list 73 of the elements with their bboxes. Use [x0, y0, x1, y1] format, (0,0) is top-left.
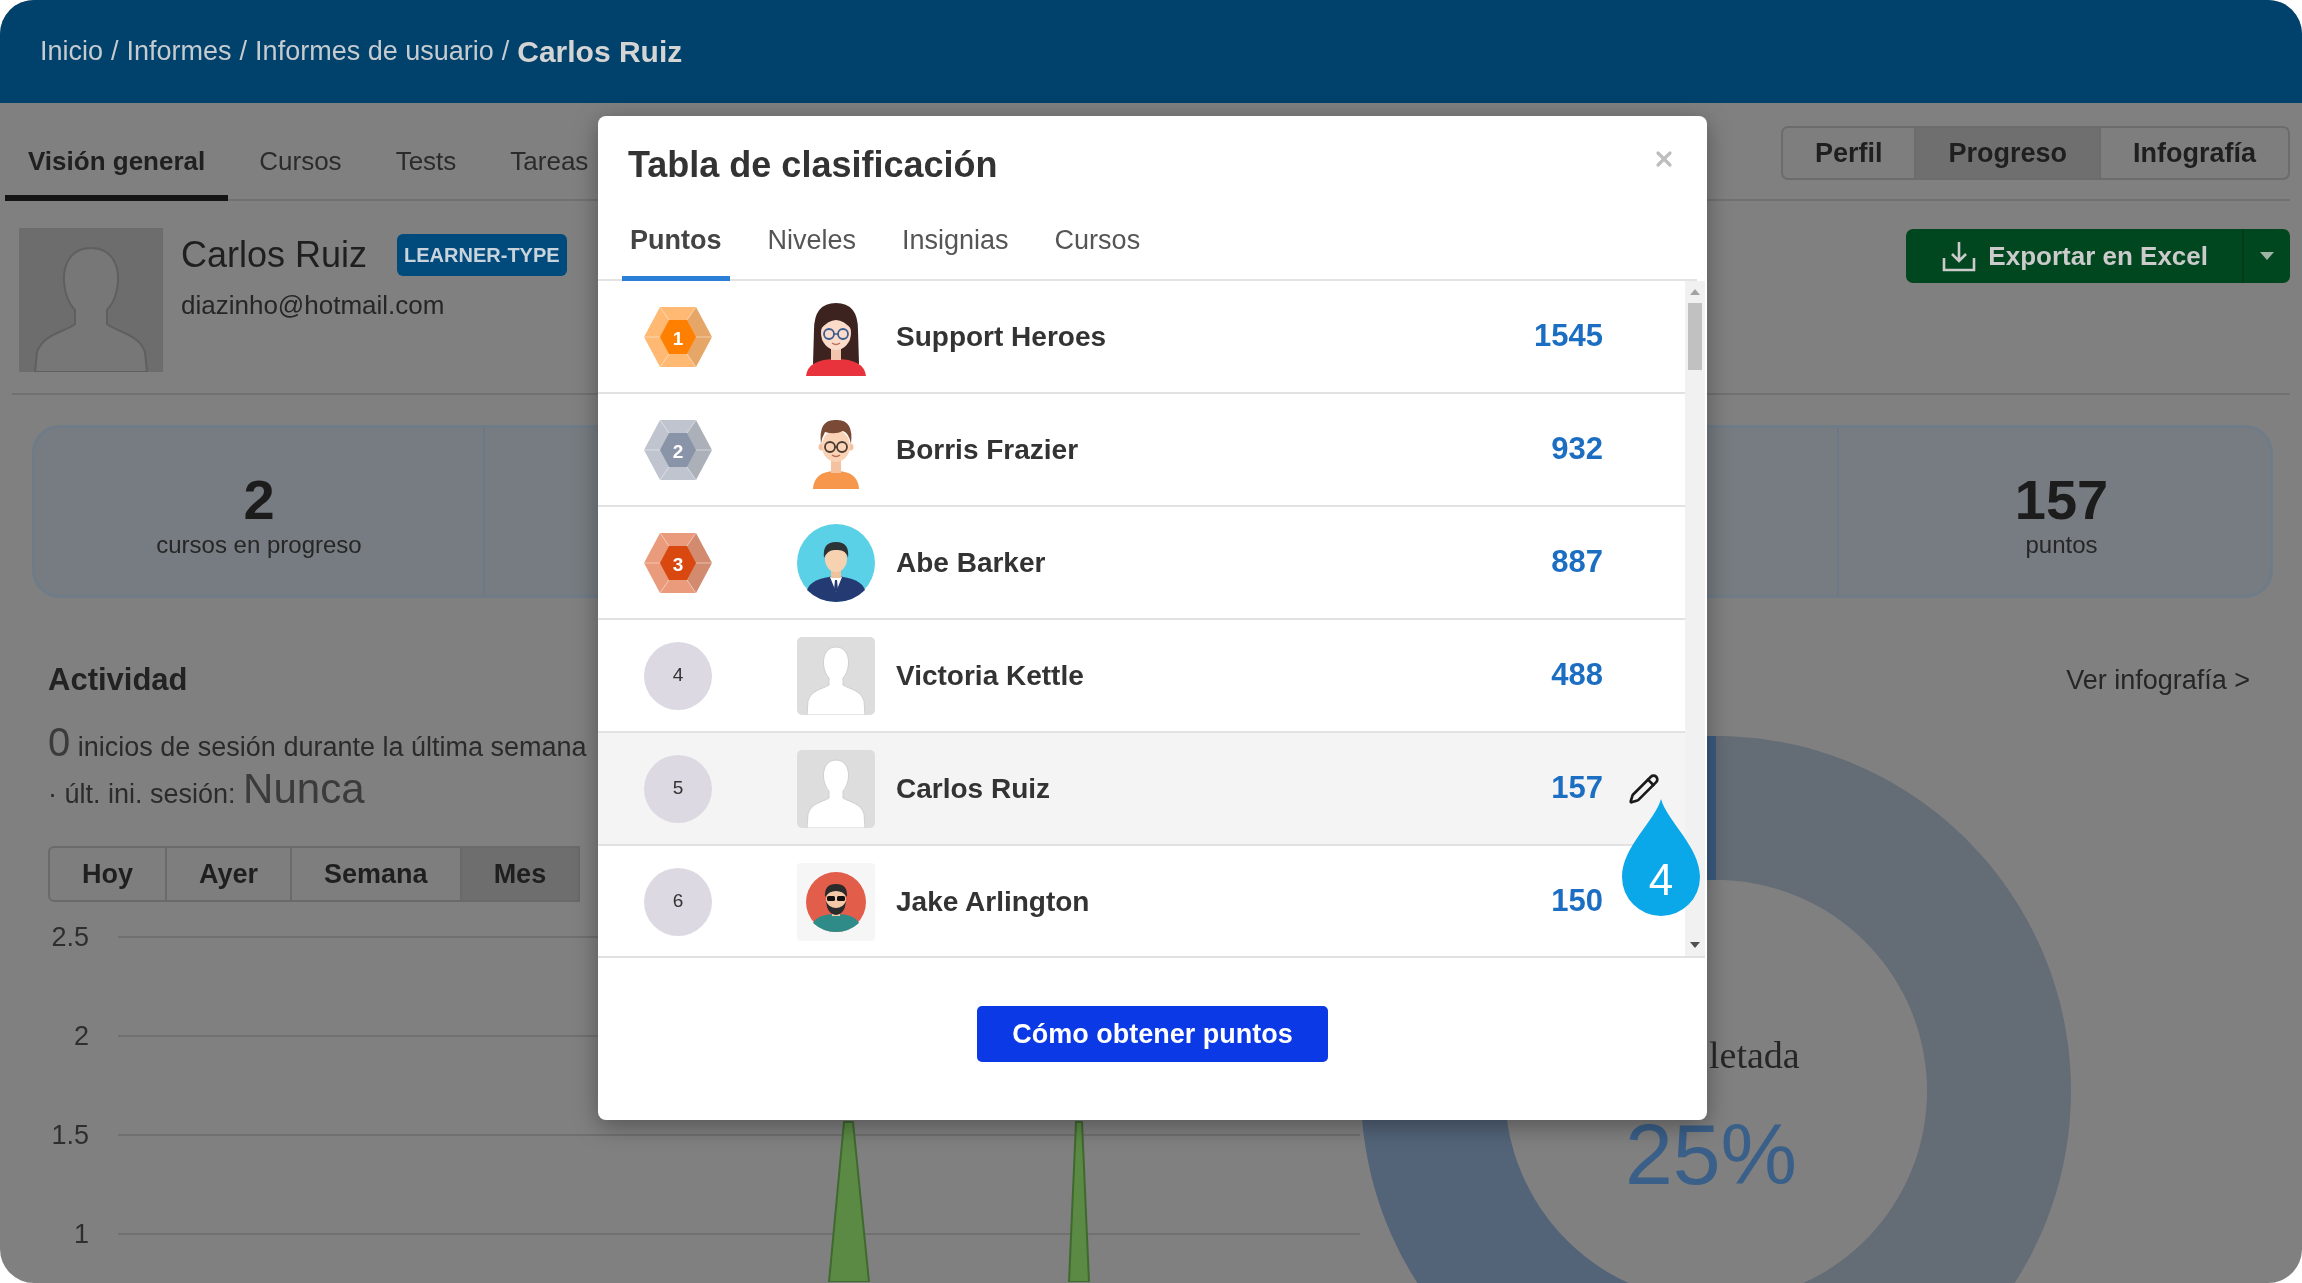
view-toggle-button[interactable]: Infografía	[2101, 126, 2290, 180]
scroll-up-arrow-icon[interactable]	[1690, 289, 1700, 295]
points-value: 150	[1551, 882, 1603, 921]
points-value: 488	[1551, 656, 1603, 695]
breadcrumb-separator: /	[239, 35, 248, 69]
nav-tab[interactable]: Tareas	[487, 127, 612, 201]
scroll-down-arrow-icon[interactable]	[1690, 942, 1700, 948]
profile-email: diazinho@hotmail.com	[181, 289, 445, 322]
axis-label: 1.5	[50, 1118, 89, 1152]
stat-value: 157	[2014, 469, 2109, 530]
breadcrumb-link[interactable]: Informes de usuario	[255, 31, 494, 72]
person-silhouette-icon	[797, 636, 875, 715]
learner-type-badge: LEARNER-TYPE	[397, 234, 567, 276]
dialog-tab[interactable]: Cursos	[1046, 221, 1149, 281]
section-title: Actividad	[48, 661, 188, 699]
how-to-earn-points-button[interactable]: Cómo obtener puntos	[977, 1006, 1328, 1062]
nav-tab[interactable]: Visión general	[5, 127, 229, 201]
breadcrumb-separator: /	[501, 35, 510, 69]
breadcrumb-current: Carlos Ruiz	[517, 34, 683, 70]
view-toggle-button[interactable]: Perfil	[1780, 126, 1917, 180]
nav-tab[interactable]: Cursos	[236, 127, 365, 201]
profile-name: Carlos Ruiz	[181, 234, 368, 276]
time-range-button[interactable]: Ayer	[167, 846, 293, 902]
caret-down-icon	[2260, 252, 2274, 260]
points-value: 887	[1551, 543, 1603, 582]
points-value: 1545	[1534, 317, 1603, 356]
user-name: Abe Barker	[896, 545, 1047, 580]
axis-label: 1	[72, 1217, 89, 1251]
rank-medal: 3	[643, 531, 713, 594]
dialog-tab[interactable]: Insignias	[894, 221, 1017, 281]
person-silhouette-icon	[797, 749, 875, 828]
donut-percentage: 25%	[1623, 1111, 1799, 1197]
rank-badge: 5	[644, 754, 712, 823]
last-login-info: · últ. ini. sesión: Nunca	[48, 765, 365, 813]
breadcrumb-link[interactable]: Inicio	[40, 31, 104, 72]
scrollbar[interactable]	[1685, 281, 1705, 956]
rank-badge: 4	[644, 641, 712, 710]
rank-medal: 1	[643, 305, 713, 368]
points-value: 157	[1551, 769, 1603, 808]
time-range-button[interactable]: Hoy	[48, 846, 167, 902]
axis-label: 2.5	[50, 920, 89, 954]
view-toggle-button[interactable]: Progreso	[1916, 126, 2101, 180]
nav-tab[interactable]: Tests	[372, 127, 480, 201]
user-name: Borris Frazier	[896, 432, 1080, 467]
dialog-title: Tabla de clasificación	[628, 144, 998, 186]
user-name: Victoria Kettle	[896, 658, 1085, 693]
step-marker: 4	[1622, 799, 1700, 916]
man-sunglasses-avatar-icon	[797, 862, 875, 941]
stat-value: 2	[243, 469, 275, 530]
rank-badge: 6	[644, 867, 712, 936]
time-range-button[interactable]: Semana	[292, 846, 462, 902]
user-name: Carlos Ruiz	[896, 771, 1052, 806]
scrollbar-thumb[interactable]	[1688, 303, 1702, 370]
time-range-button[interactable]: Mes	[461, 846, 581, 902]
user-name: Jake Arlington	[896, 884, 1091, 919]
export-button[interactable]: Exportar en Excel	[1906, 229, 2242, 283]
pencil-icon[interactable]	[1628, 772, 1660, 805]
avatar-silhouette-icon	[19, 228, 163, 372]
dialog-tab[interactable]: Niveles	[759, 221, 865, 281]
login-summary: 0 inicios de sesión durante la última semana	[48, 719, 587, 765]
user-name: Support Heroes	[896, 319, 1108, 354]
infographic-link[interactable]: Ver infografía >	[2066, 663, 2250, 697]
stat-label: puntos	[2025, 529, 2098, 560]
stat-label: cursos en progreso	[156, 529, 362, 560]
download-icon	[1942, 240, 1977, 272]
breadcrumb-link[interactable]: Informes	[126, 31, 232, 72]
points-value: 932	[1551, 430, 1603, 469]
breadcrumb-separator: /	[111, 35, 119, 69]
rank-medal: 2	[643, 418, 713, 481]
export-dropdown-button[interactable]	[2242, 229, 2290, 283]
donut-label: letada	[1709, 1035, 1800, 1075]
axis-label: 2	[72, 1019, 89, 1053]
man-avatar-icon	[797, 523, 875, 602]
